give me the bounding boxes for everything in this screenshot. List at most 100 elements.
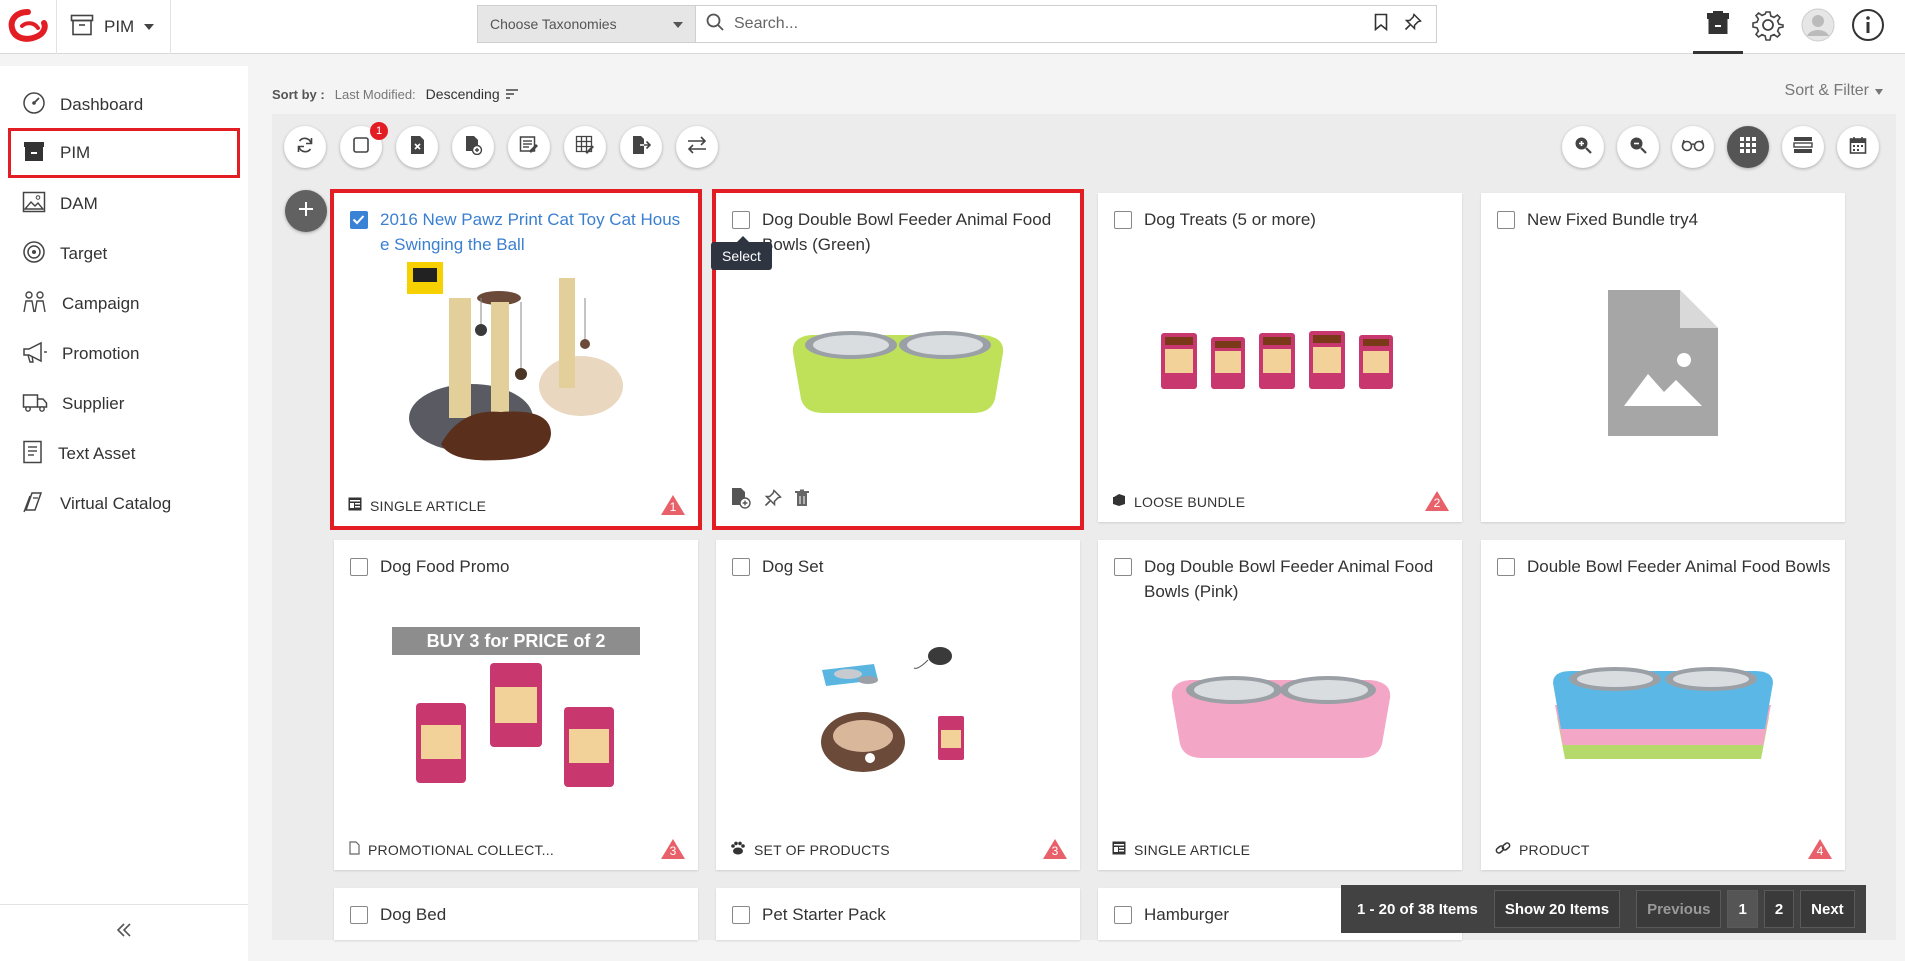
card-checkbox[interactable] xyxy=(732,906,750,924)
warning-badge[interactable]: 4 xyxy=(1807,838,1833,860)
card-checkbox[interactable] xyxy=(1114,906,1132,924)
card-checkbox[interactable] xyxy=(1497,558,1515,576)
add-button[interactable] xyxy=(285,190,327,232)
cat-tree-image[interactable] xyxy=(374,262,658,463)
warning-badge[interactable]: 2 xyxy=(1424,490,1450,512)
user-avatar-button[interactable] xyxy=(1793,0,1843,54)
green-bowl-image[interactable] xyxy=(756,263,1040,463)
dashboard-icon xyxy=(22,91,46,120)
search-input[interactable] xyxy=(734,15,1374,33)
pim-header-button[interactable] xyxy=(1693,0,1743,54)
card-type: SINGLE ARTICLE xyxy=(370,497,487,514)
card-checkbox[interactable] xyxy=(1114,211,1132,229)
page-1-button[interactable]: 1 xyxy=(1727,890,1758,928)
sidebar-item-label: Virtual Catalog xyxy=(60,494,172,513)
product-card[interactable]: Dog Set SET OF PRODUCTS 3 xyxy=(716,540,1080,870)
product-card[interactable]: New Fixed Bundle try4 xyxy=(1481,193,1845,522)
pink-bowl-image[interactable] xyxy=(1138,610,1422,810)
placeholder-image-icon[interactable] xyxy=(1521,263,1805,463)
dog-set-image[interactable] xyxy=(756,610,1040,810)
taxonomy-select[interactable]: Choose Taxonomies xyxy=(478,6,696,42)
pin-icon[interactable] xyxy=(1404,12,1422,36)
card-title[interactable]: Dog Treats (5 or more) xyxy=(1144,207,1448,232)
card-title[interactable]: Pet Starter Pack xyxy=(762,902,1066,927)
delete-button[interactable] xyxy=(396,126,438,168)
sidebar-item-promotion[interactable]: Promotion xyxy=(8,329,240,379)
sidebar-item-campaign[interactable]: Campaign xyxy=(8,279,240,329)
transfer-button[interactable] xyxy=(676,126,718,168)
card-checkbox[interactable] xyxy=(350,558,368,576)
card-title[interactable]: Dog Double Bowl Feeder Animal Food Bowls… xyxy=(762,207,1066,257)
pin-card-button[interactable] xyxy=(764,489,782,512)
product-card[interactable]: 2016 New Pawz Print Cat Toy Cat House Sw… xyxy=(330,189,702,530)
info-button[interactable] xyxy=(1843,0,1893,54)
previous-page-button[interactable]: Previous xyxy=(1636,890,1722,928)
trash-icon xyxy=(795,489,809,506)
list-view-button[interactable] xyxy=(1782,126,1824,168)
product-card[interactable]: Pet Starter Pack xyxy=(716,888,1080,940)
dog-treats-image[interactable] xyxy=(1138,263,1422,463)
product-card[interactable]: Dog Food Promo BUY 3 for PRICE of 2 PROM… xyxy=(334,540,698,870)
refresh-button[interactable] xyxy=(284,126,326,168)
card-title[interactable]: Dog Set xyxy=(762,554,1066,579)
sidebar-item-supplier[interactable]: Supplier xyxy=(8,379,240,429)
card-footer: SINGLE ARTICLE xyxy=(1112,841,1250,858)
card-checkbox[interactable] xyxy=(350,906,368,924)
campaign-icon xyxy=(22,290,48,319)
pim-box-icon xyxy=(1705,10,1731,41)
card-checkbox[interactable] xyxy=(1114,558,1132,576)
card-title[interactable]: Dog Bed xyxy=(380,902,684,927)
product-card[interactable]: Dog Treats (5 or more) LOOSE BUNDLE 2 xyxy=(1098,193,1462,522)
sidebar-item-target[interactable]: Target xyxy=(8,229,240,279)
sidebar-item-virtual-catalog[interactable]: Virtual Catalog xyxy=(8,479,240,529)
sidebar-item-text-asset[interactable]: Text Asset xyxy=(8,429,240,479)
card-title[interactable]: New Fixed Bundle try4 xyxy=(1527,207,1831,232)
card-checkbox[interactable] xyxy=(350,211,368,229)
bookmark-icon[interactable] xyxy=(1374,13,1388,36)
card-checkbox[interactable] xyxy=(1497,211,1515,229)
pagination-info: 1 - 20 of 38 Items xyxy=(1357,900,1478,918)
grid-view-button[interactable] xyxy=(1727,126,1769,168)
preview-button[interactable] xyxy=(1672,126,1714,168)
calendar-view-button[interactable] xyxy=(1837,126,1879,168)
multi-color-bowls-image[interactable] xyxy=(1521,610,1805,810)
sort-filter-toggle[interactable]: Sort & Filter xyxy=(1785,82,1883,100)
delete-document-icon xyxy=(409,135,425,160)
duplicate-button[interactable] xyxy=(452,126,494,168)
export-button[interactable] xyxy=(620,126,662,168)
card-title[interactable]: 2016 New Pawz Print Cat Toy Cat House Sw… xyxy=(380,207,684,257)
warning-count: 3 xyxy=(1051,844,1059,858)
card-checkbox[interactable] xyxy=(732,211,750,229)
sidebar-item-dashboard[interactable]: Dashboard xyxy=(8,80,240,130)
product-card[interactable]: Double Bowl Feeder Animal Food Bowls PRO… xyxy=(1481,540,1845,870)
module-switcher[interactable]: PIM xyxy=(70,10,155,44)
card-title[interactable]: Dog Food Promo xyxy=(380,554,684,579)
grid-edit-button[interactable] xyxy=(564,126,606,168)
show-items-button[interactable]: Show 20 Items xyxy=(1493,890,1621,928)
zoom-out-button[interactable] xyxy=(1617,126,1659,168)
header-actions xyxy=(1693,0,1893,54)
collapse-sidebar-button[interactable] xyxy=(110,918,138,946)
app-logo[interactable] xyxy=(8,8,48,44)
warning-badge[interactable]: 3 xyxy=(660,838,686,860)
card-title[interactable]: Dog Double Bowl Feeder Animal Food Bowls… xyxy=(1144,554,1448,604)
product-card[interactable]: Dog Double Bowl Feeder Animal Food Bowls… xyxy=(1098,540,1462,870)
card-checkbox[interactable] xyxy=(732,558,750,576)
duplicate-card-button[interactable] xyxy=(730,487,752,514)
sort-field[interactable]: Last Modified: xyxy=(335,87,416,102)
bulk-edit-button[interactable] xyxy=(508,126,550,168)
delete-card-button[interactable] xyxy=(794,489,810,512)
sidebar-item-dam[interactable]: DAM xyxy=(8,179,240,229)
warning-badge[interactable]: 3 xyxy=(1042,838,1068,860)
zoom-in-button[interactable] xyxy=(1562,126,1604,168)
sort-direction[interactable]: Descending xyxy=(426,86,518,102)
next-page-button[interactable]: Next xyxy=(1800,890,1855,928)
product-card[interactable]: Dog Bed xyxy=(334,888,698,940)
page-2-button[interactable]: 2 xyxy=(1763,890,1795,928)
settings-button[interactable] xyxy=(1743,0,1793,54)
card-title[interactable]: Double Bowl Feeder Animal Food Bowls xyxy=(1527,554,1831,579)
warning-badge[interactable]: 1 xyxy=(660,494,686,516)
select-all-button[interactable]: 1 xyxy=(340,122,388,168)
sidebar-item-pim[interactable]: PIM xyxy=(8,128,240,178)
promo-image[interactable]: BUY 3 for PRICE of 2 xyxy=(374,610,658,810)
